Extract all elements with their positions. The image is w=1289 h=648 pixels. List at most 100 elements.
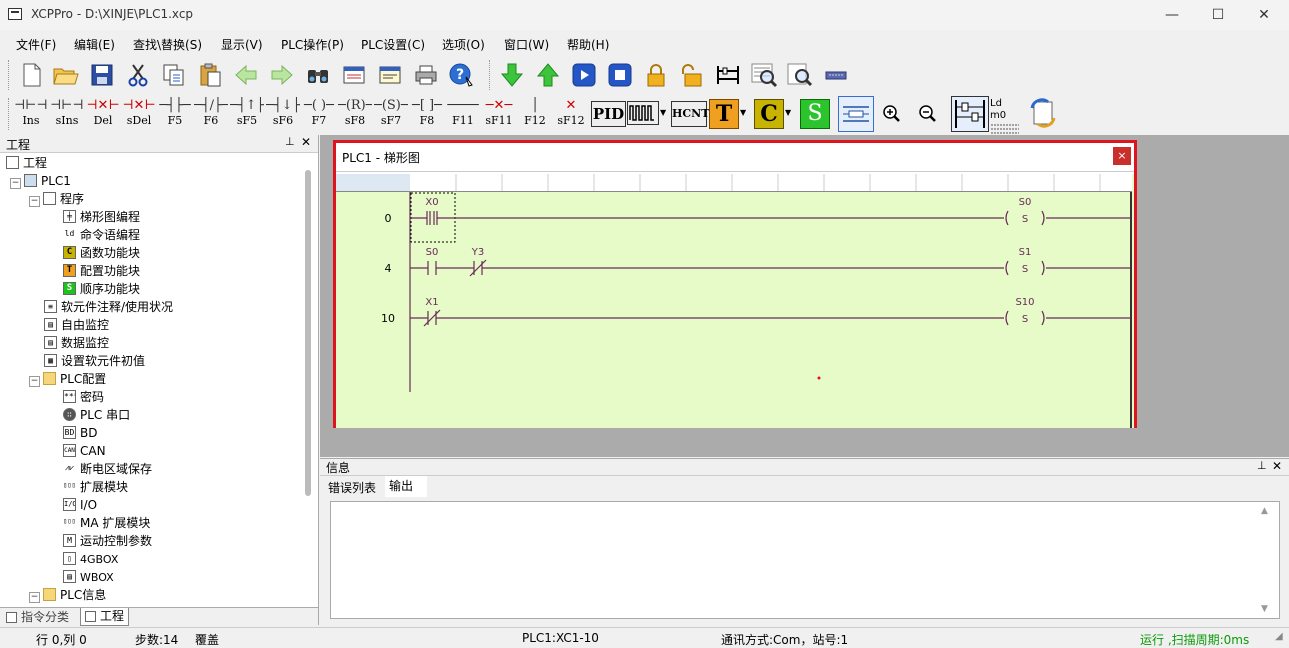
device-list-icon[interactable]	[340, 61, 368, 89]
no-contact-button[interactable]: ─┤├─ F5	[158, 97, 192, 131]
forward-arrow-icon[interactable]	[268, 61, 296, 89]
pulse-icon[interactable]	[627, 101, 659, 125]
nc-edge-contact[interactable]	[469, 259, 1004, 277]
tab-output[interactable]: 输出	[385, 476, 427, 497]
vertical-line-button[interactable]: │ F12	[518, 97, 552, 131]
toolbar-grip[interactable]	[489, 60, 493, 90]
no-contact[interactable]	[410, 261, 474, 275]
tree-item-free-monitor[interactable]: ▤ 自由监控	[44, 316, 109, 334]
instruction-box-button[interactable]: ─[ ]─ F8	[410, 97, 444, 131]
upload-from-plc-icon[interactable]	[534, 61, 562, 89]
menu-edit[interactable]: 编辑(E)	[74, 36, 115, 53]
ladder-program-icon[interactable]	[951, 96, 989, 132]
rising-edge-button[interactable]: ─┤↑├─sF5	[230, 97, 264, 131]
pin-icon[interactable]: ⊥	[1257, 459, 1267, 472]
tree-item-project[interactable]: 工程	[6, 154, 47, 172]
reset-coil-button[interactable]: ─(R)─ sF8	[338, 97, 372, 131]
minimize-button[interactable]: —	[1149, 0, 1195, 30]
delete-vertical-line-button[interactable]: ✕ sF12	[554, 97, 588, 131]
output-coil-button[interactable]: ─( )─ F7	[302, 97, 336, 131]
new-file-icon[interactable]	[18, 61, 46, 89]
panel-close-icon[interactable]: ✕	[1272, 459, 1282, 473]
output-text-area[interactable]: ▲ ▼	[330, 501, 1280, 619]
scroll-up-icon[interactable]: ▲	[1261, 506, 1268, 516]
menu-options[interactable]: 选项(O)	[442, 36, 485, 53]
delete-button[interactable]: ⊣✕⊢ Del	[86, 97, 120, 131]
tree-item-expansion[interactable]: ▯▯▯ 扩展模块	[63, 478, 128, 496]
falling-edge-button[interactable]: ─┤↓├─sF6	[266, 97, 300, 131]
print-icon[interactable]	[412, 61, 440, 89]
close-button[interactable]: ✕	[1241, 0, 1287, 30]
search-device-icon[interactable]	[786, 61, 814, 89]
nc-contact-button[interactable]: ─┤/├─ F6	[194, 97, 228, 131]
delete-horizontal-line-button[interactable]: ─✕─ sF11	[482, 97, 516, 131]
convert-icon[interactable]	[1028, 98, 1058, 128]
panel-close-icon[interactable]: ✕	[301, 135, 311, 149]
horizontal-line-button[interactable]: ──── F11	[446, 97, 480, 131]
resize-grip-icon[interactable]: ◢	[1275, 631, 1283, 642]
run-plc-icon[interactable]	[570, 61, 598, 89]
menu-help[interactable]: 帮助(H)	[567, 36, 609, 53]
help-context-icon[interactable]: ?	[448, 61, 476, 89]
menu-file[interactable]: 文件(F)	[16, 36, 56, 53]
cut-icon[interactable]	[124, 61, 152, 89]
ladder-window-close-button[interactable]: ×	[1113, 147, 1131, 165]
tree-item-plc1[interactable]: − PLC1	[10, 172, 71, 190]
tree-item-motion-control[interactable]: M 运动控制参数	[63, 532, 152, 550]
delete-row-button[interactable]: ⊣✕⊢ sDel	[122, 97, 156, 131]
tree-item-sequence-block[interactable]: S 顺序功能块	[63, 280, 140, 298]
pid-button[interactable]: PID	[591, 101, 626, 127]
tree-item-serial-port[interactable]: ∷ PLC 串口	[63, 406, 130, 424]
maximize-button[interactable]: ☐	[1195, 0, 1241, 30]
tree-item-power-save[interactable]: ⩘⩗ 断电区域保存	[63, 460, 152, 478]
tree-item-bd[interactable]: BD BD	[63, 424, 97, 442]
tab-instruction-category[interactable]: 指令分类	[2, 609, 73, 625]
menu-find-replace[interactable]: 查找\替换(S)	[133, 36, 202, 53]
toolbar-grip[interactable]	[8, 60, 12, 90]
tab-project[interactable]: 工程	[80, 608, 130, 626]
counter-button[interactable]: C	[754, 99, 784, 129]
tree-item-instruction[interactable]: ld 命令语编程	[63, 226, 140, 244]
comm-cable-icon[interactable]	[822, 61, 850, 89]
tab-error-list[interactable]: 错误列表	[328, 479, 376, 496]
copy-icon[interactable]	[160, 61, 188, 89]
scroll-down-icon[interactable]: ▼	[1261, 604, 1268, 614]
tree-item-data-monitor[interactable]: ▤ 数据监控	[44, 334, 109, 352]
monitor-zoom-icon[interactable]	[750, 61, 778, 89]
nc-edge-contact[interactable]	[410, 309, 1004, 327]
insert-rung-button[interactable]: ⊣⊢⊣⊢Ins	[14, 97, 48, 131]
tree-item-ladder[interactable]: ╪ 梯形图编程	[63, 208, 140, 226]
project-panel-scrollbar[interactable]	[305, 170, 311, 496]
set-coil-button[interactable]: ─(S)─ sF7	[374, 97, 408, 131]
comment-list-icon[interactable]	[376, 61, 404, 89]
collapse-icon[interactable]: −	[10, 178, 21, 189]
tree-item-wbox[interactable]: ▤ WBOX	[63, 568, 114, 586]
tree-item-ma-module[interactable]: ▯▯▯ MA 扩展模块	[63, 514, 150, 532]
tree-item-program[interactable]: − 程序	[29, 190, 84, 208]
tree-item-4gbox[interactable]: ▯ 4GBOX	[63, 550, 118, 568]
pin-icon[interactable]: ⊥	[285, 135, 295, 148]
tree-item-plc-config[interactable]: − PLC配置	[29, 370, 106, 388]
download-to-plc-icon[interactable]	[498, 61, 526, 89]
menu-window[interactable]: 窗口(W)	[504, 36, 549, 53]
ladder-window-titlebar[interactable]: PLC1 - 梯形图 ×	[336, 143, 1134, 172]
instruction-list-icon[interactable]: Ld m0	[990, 98, 1020, 138]
menu-plc-operation[interactable]: PLC操作(P)	[281, 36, 344, 53]
timer-button[interactable]: T	[709, 99, 739, 129]
tree-item-device-init[interactable]: ▦ 设置软元件初值	[44, 352, 145, 370]
open-folder-icon[interactable]	[52, 61, 80, 89]
tree-item-device-comment[interactable]: ≡ 软元件注释/使用状况	[44, 298, 173, 316]
tree-item-io[interactable]: I/O I/O	[63, 496, 97, 514]
tree-item-password[interactable]: ***密码	[63, 388, 104, 406]
menu-plc-settings[interactable]: PLC设置(C)	[361, 36, 425, 53]
stop-plc-icon[interactable]	[606, 61, 634, 89]
save-icon[interactable]	[88, 61, 116, 89]
paste-icon[interactable]	[196, 61, 224, 89]
ladder-editor[interactable]: 0 X0 S0 S 4 S0 Y3 S1 S 10 X1 S10 S	[336, 174, 1134, 428]
pulse-dropdown-icon[interactable]: ▼	[660, 108, 666, 117]
tree-item-plc-info[interactable]: − PLC信息	[29, 586, 106, 604]
find-binoculars-icon[interactable]	[304, 61, 332, 89]
zoom-out-icon[interactable]	[916, 102, 940, 126]
menu-view[interactable]: 显示(V)	[221, 36, 263, 53]
counter-dropdown-icon[interactable]: ▼	[785, 108, 791, 117]
